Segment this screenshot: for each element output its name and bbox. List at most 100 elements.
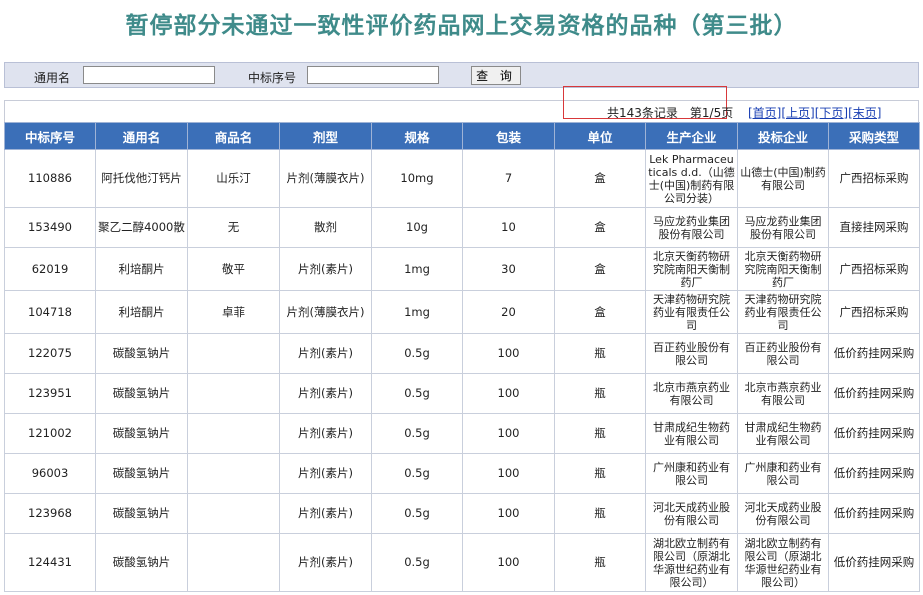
cell-trade-name: 卓菲 xyxy=(187,290,280,334)
cell-generic-name: 碳酸氢钠片 xyxy=(95,533,188,592)
results-table: 中标序号 通用名 商品名 剂型 规格 包装 单位 生产企业 投标企业 采购类型 … xyxy=(4,122,920,592)
cell-bidder: 北京天衡药物研究院南阳天衡制药厂 xyxy=(737,247,829,291)
col-header-package[interactable]: 包装 xyxy=(462,122,555,150)
cell-unit: 盒 xyxy=(554,247,646,291)
cell-trade-name xyxy=(187,373,280,414)
cell-spec: 0.5g xyxy=(371,413,463,454)
cell-unit: 盒 xyxy=(554,207,646,248)
cell-dosage-form: 片剂(素片) xyxy=(279,413,372,454)
cell-bidder: 天津药物研究院药业有限责任公司 xyxy=(737,290,829,334)
cell-package: 100 xyxy=(462,493,555,534)
cell-manufacturer: 天津药物研究院药业有限责任公司 xyxy=(645,290,738,334)
table-row: 96003 碳酸氢钠片 片剂(素片) 0.5g 100 瓶 广州康和药业有限公司… xyxy=(4,453,920,494)
cell-spec: 0.5g xyxy=(371,453,463,494)
cell-trade-name: 山乐汀 xyxy=(187,149,280,208)
cell-purchase-type: 低价药挂网采购 xyxy=(828,413,920,454)
cell-spec: 0.5g xyxy=(371,533,463,592)
cell-dosage-form: 片剂(素片) xyxy=(279,247,372,291)
bid-number-input[interactable] xyxy=(307,66,439,84)
cell-purchase-type: 低价药挂网采购 xyxy=(828,333,920,374)
cell-trade-name xyxy=(187,413,280,454)
cell-manufacturer: 河北天成药业股份有限公司 xyxy=(645,493,738,534)
cell-package: 30 xyxy=(462,247,555,291)
col-header-manufacturer[interactable]: 生产企业 xyxy=(645,122,738,150)
generic-name-label: 通用名 xyxy=(34,71,71,85)
cell-manufacturer: 甘肃成纪生物药业有限公司 xyxy=(645,413,738,454)
cell-unit: 盒 xyxy=(554,290,646,334)
table-row: 62019 利培酮片 敬平 片剂(素片) 1mg 30 盒 北京天衡药物研究院南… xyxy=(4,247,920,291)
last-page-link[interactable]: [末页] xyxy=(848,106,881,120)
cell-bidder: 甘肃成纪生物药业有限公司 xyxy=(737,413,829,454)
table-row: 123951 碳酸氢钠片 片剂(素片) 0.5g 100 瓶 北京市燕京药业有限… xyxy=(4,373,920,414)
cell-bidder: 北京市燕京药业有限公司 xyxy=(737,373,829,414)
cell-dosage-form: 片剂(素片) xyxy=(279,373,372,414)
cell-spec: 10g xyxy=(371,207,463,248)
cell-generic-name: 碳酸氢钠片 xyxy=(95,373,188,414)
table-header-row: 中标序号 通用名 商品名 剂型 规格 包装 单位 生产企业 投标企业 采购类型 xyxy=(4,122,920,150)
cell-bidder: 河北天成药业股份有限公司 xyxy=(737,493,829,534)
cell-generic-name: 碳酸氢钠片 xyxy=(95,413,188,454)
col-header-bidder[interactable]: 投标企业 xyxy=(737,122,829,150)
cell-package: 20 xyxy=(462,290,555,334)
cell-generic-name: 阿托伐他汀钙片 xyxy=(95,149,188,208)
col-header-purchase-type[interactable]: 采购类型 xyxy=(828,122,920,150)
cell-bidder: 湖北欧立制药有限公司（原湖北华源世纪药业有限公司） xyxy=(737,533,829,592)
table-row: 121002 碳酸氢钠片 片剂(素片) 0.5g 100 瓶 甘肃成纪生物药业有… xyxy=(4,413,920,454)
cell-package: 10 xyxy=(462,207,555,248)
generic-name-input[interactable] xyxy=(83,66,215,84)
cell-bid-no: 123968 xyxy=(4,493,96,534)
cell-unit: 瓶 xyxy=(554,453,646,494)
cell-dosage-form: 散剂 xyxy=(279,207,372,248)
cell-trade-name xyxy=(187,493,280,534)
cell-manufacturer: 广州康和药业有限公司 xyxy=(645,453,738,494)
cell-spec: 1mg xyxy=(371,290,463,334)
cell-spec: 0.5g xyxy=(371,373,463,414)
cell-bid-no: 96003 xyxy=(4,453,96,494)
col-header-unit[interactable]: 单位 xyxy=(554,122,646,150)
cell-bid-no: 153490 xyxy=(4,207,96,248)
cell-generic-name: 利培酮片 xyxy=(95,247,188,291)
table-row: 104718 利培酮片 卓菲 片剂(薄膜衣片) 1mg 20 盒 天津药物研究院… xyxy=(4,290,920,334)
cell-unit: 盒 xyxy=(554,149,646,208)
cell-unit: 瓶 xyxy=(554,373,646,414)
cell-purchase-type: 广西招标采购 xyxy=(828,247,920,291)
cell-spec: 0.5g xyxy=(371,493,463,534)
cell-purchase-type: 低价药挂网采购 xyxy=(828,373,920,414)
col-header-dosage-form[interactable]: 剂型 xyxy=(279,122,372,150)
cell-package: 100 xyxy=(462,533,555,592)
cell-bid-no: 104718 xyxy=(4,290,96,334)
cell-manufacturer: 马应龙药业集团股份有限公司 xyxy=(645,207,738,248)
cell-package: 100 xyxy=(462,373,555,414)
cell-generic-name: 利培酮片 xyxy=(95,290,188,334)
cell-dosage-form: 片剂(薄膜衣片) xyxy=(279,290,372,334)
col-header-spec[interactable]: 规格 xyxy=(371,122,463,150)
prev-page-link[interactable]: [上页] xyxy=(781,106,814,120)
cell-spec: 1mg xyxy=(371,247,463,291)
col-header-trade-name[interactable]: 商品名 xyxy=(187,122,280,150)
cell-manufacturer: 北京天衡药物研究院南阳天衡制药厂 xyxy=(645,247,738,291)
cell-generic-name: 碳酸氢钠片 xyxy=(95,333,188,374)
cell-purchase-type: 广西招标采购 xyxy=(828,290,920,334)
cell-bid-no: 110886 xyxy=(4,149,96,208)
cell-manufacturer: Lek Pharmaceuticals d.d.（山德士(中国)制药有限公司分装… xyxy=(645,149,738,208)
cell-bid-no: 122075 xyxy=(4,333,96,374)
cell-trade-name: 敬平 xyxy=(187,247,280,291)
col-header-generic-name[interactable]: 通用名 xyxy=(95,122,188,150)
bid-number-label: 中标序号 xyxy=(248,71,297,85)
cell-package: 7 xyxy=(462,149,555,208)
cell-purchase-type: 直接挂网采购 xyxy=(828,207,920,248)
page-title: 暂停部分未通过一致性评价药品网上交易资格的品种（第三批） xyxy=(125,12,798,39)
table-row: 110886 阿托伐他汀钙片 山乐汀 片剂(薄膜衣片) 10mg 7 盒 Lek… xyxy=(4,149,920,208)
col-header-bid-no[interactable]: 中标序号 xyxy=(4,122,96,150)
cell-purchase-type: 低价药挂网采购 xyxy=(828,533,920,592)
cell-manufacturer: 湖北欧立制药有限公司（原湖北华源世纪药业有限公司） xyxy=(645,533,738,592)
first-page-link[interactable]: [首页] xyxy=(748,106,781,120)
next-page-link[interactable]: [下页] xyxy=(815,106,848,120)
cell-unit: 瓶 xyxy=(554,493,646,534)
cell-bid-no: 123951 xyxy=(4,373,96,414)
cell-unit: 瓶 xyxy=(554,413,646,454)
cell-dosage-form: 片剂(素片) xyxy=(279,333,372,374)
cell-bidder: 马应龙药业集团股份有限公司 xyxy=(737,207,829,248)
query-button[interactable]: 查 询 xyxy=(471,66,521,85)
cell-trade-name xyxy=(187,533,280,592)
